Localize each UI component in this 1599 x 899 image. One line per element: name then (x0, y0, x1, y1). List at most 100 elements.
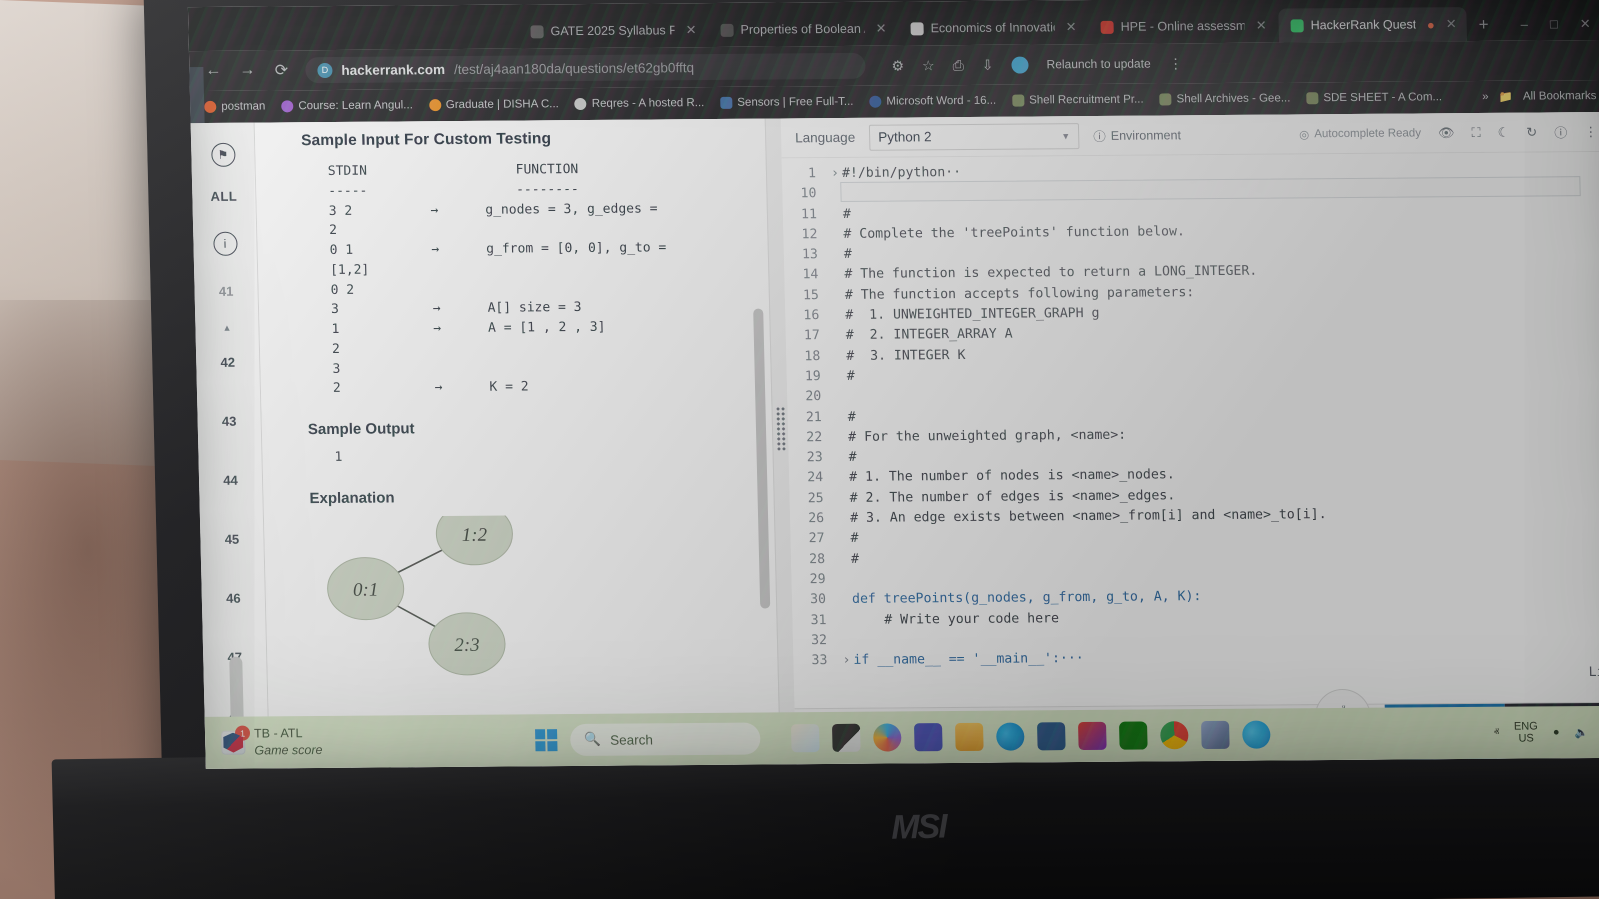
question-number-42[interactable]: 42 (220, 355, 235, 370)
browser-tab[interactable]: GATE 2025 Syllabus For C... ✕ (518, 13, 707, 48)
bookmark-item[interactable]: SDE SHEET - A Com... (1306, 91, 1442, 105)
drag-handle-icon[interactable] (775, 406, 787, 451)
code-fold-icon[interactable] (831, 286, 845, 306)
browser-tab-active[interactable]: HackerRank Question ● ✕ (1278, 7, 1468, 43)
close-window-button[interactable]: ✕ (1580, 16, 1591, 32)
code-fold-icon[interactable] (831, 306, 845, 326)
fullscreen-icon[interactable]: ⛶ (1471, 124, 1480, 140)
xbox-icon[interactable] (1118, 721, 1148, 750)
code-fold-icon[interactable] (829, 205, 843, 225)
taskbar-widget[interactable]: 1 TB - ATL Game score (205, 723, 536, 759)
split-screen-icon[interactable]: ⎙ (952, 57, 964, 74)
microsoft-edge-icon-2[interactable] (1242, 720, 1271, 749)
code-fold-icon[interactable] (834, 428, 848, 448)
code-fold-icon[interactable] (832, 326, 846, 346)
code-fold-icon[interactable] (836, 509, 850, 529)
browser-tab[interactable]: Properties of Boolean Alg ✕ (708, 12, 897, 47)
dark-mode-icon[interactable]: ☾ (1497, 124, 1509, 140)
code-fold-icon[interactable] (839, 631, 853, 651)
reset-code-icon[interactable]: ↻ (1526, 124, 1537, 140)
profile-avatar-icon[interactable] (1011, 55, 1029, 74)
microsoft-store-icon[interactable] (1036, 722, 1066, 751)
extensions-icon[interactable]: ⚙ (891, 57, 904, 74)
code-fold-icon[interactable] (837, 549, 851, 569)
rail-scroll-up-caret[interactable]: ▲ (222, 323, 231, 333)
copilot-icon[interactable] (872, 723, 902, 752)
maximize-button[interactable]: □ (1550, 16, 1558, 32)
dark-app-icon[interactable] (831, 723, 861, 752)
code-area[interactable]: 1 › #!/bin/python·· 10 11 #12 # Complete the '… (781, 151, 1599, 709)
bookmark-item[interactable]: Graduate | DISHA C... (428, 98, 559, 112)
browser-tab[interactable]: HPE - Online assessment ✕ (1088, 9, 1277, 44)
code-fold-icon[interactable] (829, 225, 843, 245)
question-number-44[interactable]: 44 (223, 473, 238, 488)
more-vertical-icon[interactable]: ⋮ (1584, 124, 1597, 140)
relaunch-to-update-button[interactable]: Relaunch to update (1046, 57, 1150, 72)
tab-close-icon[interactable]: ✕ (685, 22, 696, 38)
code-fold-icon[interactable] (838, 590, 852, 610)
code-fold-icon[interactable] (834, 448, 848, 468)
address-bar[interactable]: D hackerrank.com/test/aj4aan180da/questi… (305, 52, 866, 84)
question-number-46[interactable]: 46 (226, 591, 241, 606)
code-fold-icon[interactable] (835, 489, 849, 509)
bookmark-item[interactable]: Microsoft Word - 16... (869, 95, 996, 108)
bookmark-item[interactable]: Shell Recruitment Pr... (1012, 94, 1144, 107)
code-fold-icon[interactable] (837, 570, 851, 590)
info-icon[interactable]: i (212, 231, 238, 256)
minimize-button[interactable]: – (1520, 17, 1528, 33)
language-select[interactable]: Python 2 ▼ (868, 122, 1080, 151)
volume-icon[interactable]: 🔈 (1574, 726, 1588, 739)
all-bookmarks-label[interactable]: All Bookmarks (1523, 90, 1597, 103)
code-fold-icon[interactable] (836, 529, 850, 549)
language-indicator[interactable]: ENG US (1514, 720, 1538, 744)
code-fold-icon[interactable] (834, 407, 848, 427)
microsoft-teams-icon[interactable] (913, 723, 943, 752)
phone-link-icon[interactable] (1201, 720, 1230, 750)
help-icon[interactable]: ⓘ (1554, 122, 1567, 141)
flag-icon[interactable]: ⚑ (210, 142, 236, 167)
code-fold-icon[interactable] (832, 347, 846, 367)
adobe-acrobat-icon[interactable] (1077, 721, 1107, 751)
bookmark-item[interactable]: Course: Learn Angul... (281, 99, 413, 113)
windows-logo-icon[interactable] (535, 729, 558, 752)
tab-close-icon[interactable]: ✕ (1446, 16, 1457, 32)
environment-link[interactable]: ⓘ Environment (1093, 125, 1181, 145)
back-icon[interactable]: ← (203, 62, 223, 80)
forward-icon[interactable]: → (237, 62, 257, 80)
tab-close-icon[interactable]: ✕ (1256, 18, 1267, 34)
reload-icon[interactable]: ⟳ (271, 60, 291, 80)
code-fold-icon[interactable] (830, 265, 844, 285)
tray-overflow-chevron-icon[interactable]: ⱏ (1493, 726, 1499, 739)
network-icon[interactable]: ● (1553, 726, 1560, 738)
widgets-weather-icon[interactable] (790, 724, 820, 753)
downloads-icon[interactable]: ⇩ (982, 56, 994, 73)
code-fold-icon[interactable] (833, 367, 847, 387)
bookmarks-overflow-icon[interactable]: » (1482, 91, 1489, 103)
question-number-43[interactable]: 43 (222, 414, 237, 429)
bookmark-item[interactable]: Shell Archives - Gee... (1159, 92, 1291, 106)
chrome-menu-icon[interactable]: ⋮ (1168, 55, 1182, 72)
code-lines[interactable]: 1 › #!/bin/python·· 10 11 #12 # Complete the '… (782, 152, 1599, 672)
tab-close-icon[interactable]: ✕ (1066, 19, 1077, 35)
bookmark-item[interactable]: Reqres - A hosted R... (574, 97, 704, 111)
microsoft-edge-icon[interactable] (995, 722, 1025, 751)
bookmark-item[interactable]: postman (204, 100, 266, 113)
code-fold-icon[interactable]: › (839, 651, 853, 671)
tab-mute-icon[interactable]: ● (1427, 17, 1435, 32)
code-fold-icon[interactable] (833, 387, 847, 407)
new-tab-button[interactable]: + (1468, 15, 1499, 41)
question-number-41[interactable]: 41 (219, 284, 234, 299)
search-input[interactable]: 🔍 Search (569, 722, 761, 757)
tab-close-icon[interactable]: ✕ (876, 21, 887, 37)
code-fold-icon[interactable] (838, 610, 852, 630)
file-explorer-icon[interactable] (954, 722, 984, 752)
bookmark-item[interactable]: Sensors | Free Full-T... (720, 96, 854, 109)
code-fold-icon[interactable] (835, 468, 849, 488)
code-fold-icon[interactable] (830, 245, 844, 265)
google-chrome-icon[interactable] (1160, 721, 1189, 750)
browser-tab[interactable]: Economics of Innovation ✕ (898, 10, 1087, 45)
question-number-45[interactable]: 45 (225, 532, 240, 547)
rail-all-label[interactable]: ALL (210, 189, 237, 204)
bookmark-star-icon[interactable]: ☆ (922, 57, 935, 74)
eye-icon[interactable]: 👁 (1438, 125, 1455, 141)
